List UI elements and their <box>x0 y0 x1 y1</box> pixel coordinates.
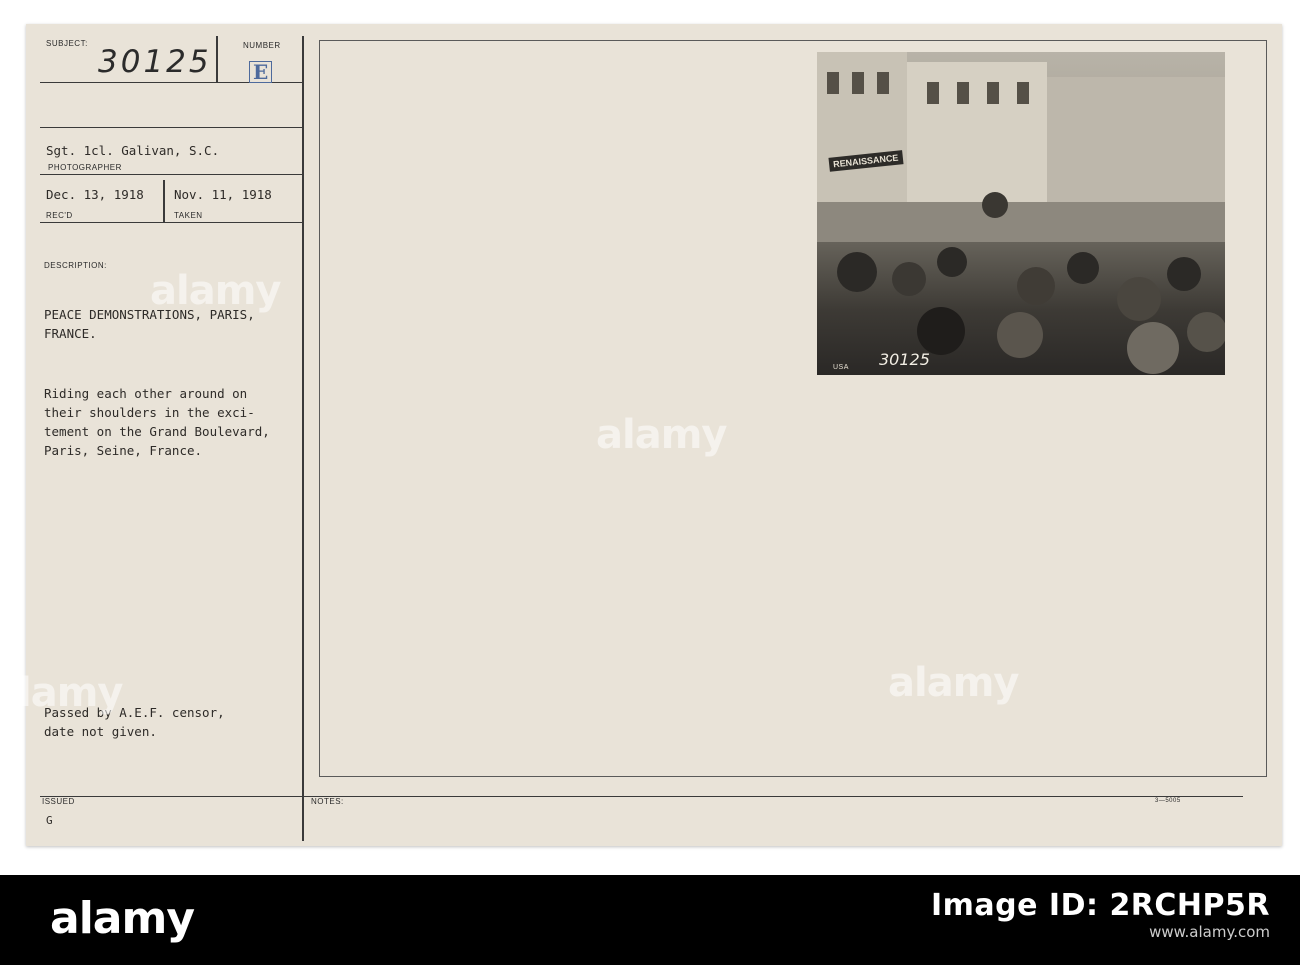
window <box>852 72 864 94</box>
image-id: Image ID: 2RCHP5R www.alamy.com <box>931 888 1270 941</box>
divider-line <box>40 222 303 223</box>
crowd-head <box>917 307 965 355</box>
photographer-label: PHOTOGRAPHER <box>48 163 122 172</box>
crowd-head <box>1187 312 1225 352</box>
watermark: alamy <box>888 660 1019 706</box>
censor-line: date not given. <box>44 724 157 739</box>
crowd-head <box>892 262 926 296</box>
crowd-head <box>1117 277 1161 321</box>
window <box>827 72 839 94</box>
window <box>1017 82 1029 104</box>
subject-value: 30125 <box>98 44 212 80</box>
crowd-head <box>1067 252 1099 284</box>
description-line: their shoulders in the exci- <box>44 405 255 420</box>
issued-label: ISSUED <box>42 797 75 806</box>
number-label: NUMBER <box>243 41 281 50</box>
watermark: alamy <box>0 670 123 716</box>
received-value: Dec. 13, 1918 <box>46 187 144 202</box>
description-line: Paris, Seine, France. <box>44 443 203 458</box>
negative-number: 30125 <box>879 350 930 369</box>
image-id-text: Image ID: 2RCHP5R <box>931 888 1270 923</box>
window <box>987 82 999 104</box>
watermark: alamy <box>150 268 281 314</box>
received-label: REC'D <box>46 211 73 220</box>
description-label: DESCRIPTION: <box>44 261 107 270</box>
crowd-head <box>1167 257 1201 291</box>
crowd-head <box>982 192 1008 218</box>
window <box>957 82 969 104</box>
issued-value: G <box>46 814 53 827</box>
taken-value: Nov. 11, 1918 <box>174 187 272 202</box>
divider-line <box>216 36 218 82</box>
stock-logo: alamy <box>50 893 195 944</box>
description-line: Riding each other around on <box>44 386 248 401</box>
description-line: tement on the Grand Boulevard, <box>44 424 270 439</box>
notes-label: NOTES: <box>311 797 344 806</box>
crowd-head <box>837 252 877 292</box>
form-code: 3—5005 <box>1155 798 1181 804</box>
divider-line <box>302 36 304 841</box>
taken-label: TAKEN <box>174 211 203 220</box>
watermark: alamy <box>596 412 727 458</box>
crowd-head <box>937 247 967 277</box>
crowd-photograph: RENAISSANCE 30125 USA <box>817 52 1225 375</box>
title-line: FRANCE. <box>44 326 97 341</box>
divider-line <box>40 127 303 128</box>
divider-line <box>40 796 1243 797</box>
divider-line <box>40 174 303 175</box>
window <box>927 82 939 104</box>
building <box>1047 77 1225 217</box>
crowd-head <box>1127 322 1179 374</box>
photographer-value: Sgt. 1cl. Galivan, S.C. <box>46 143 220 158</box>
stock-site: www.alamy.com <box>1149 923 1270 941</box>
crowd-head <box>1017 267 1055 305</box>
divider-line <box>163 180 165 222</box>
crowd-head <box>997 312 1043 358</box>
window <box>877 72 889 94</box>
street-haze <box>817 202 1225 242</box>
subject-label: SUBJECT: <box>46 39 88 48</box>
number-value: E <box>249 61 273 83</box>
negative-stamp: USA <box>833 364 849 371</box>
